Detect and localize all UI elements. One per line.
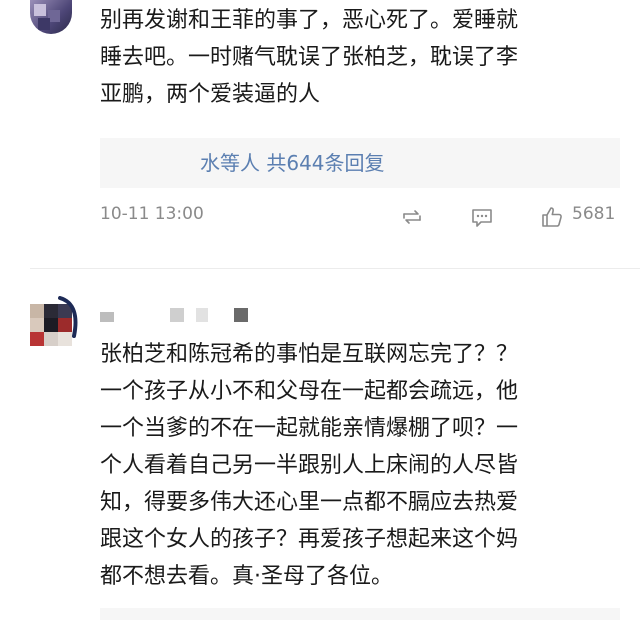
- timestamp: 10-11 13:00: [100, 204, 204, 224]
- replies-box[interactable]: 水等人 共644条回复: [100, 138, 620, 188]
- divider: [30, 268, 640, 269]
- comment-text: 张柏芝和陈冠希的事怕是互联网忘完了？？ 一个孩子从小不和父母在一起都会疏远，他 …: [100, 342, 519, 589]
- like-icon[interactable]: [540, 205, 564, 229]
- avatar-ring: [58, 296, 78, 338]
- comment-icon[interactable]: [470, 205, 494, 229]
- avatar[interactable]: [30, 0, 72, 34]
- repost-icon[interactable]: [400, 205, 424, 229]
- comment-meta: 10-11 13:00 5681: [100, 202, 620, 232]
- username-redacted[interactable]: [100, 308, 280, 326]
- replies-link[interactable]: 水等人 共644条回复: [200, 150, 385, 176]
- comment-thread: 别再发谢和王菲的事了，恶心死了。爱睡就 睡去吧。一时赌气耽误了张柏芝，耽误了李 …: [0, 0, 640, 620]
- like-count: 5681: [572, 204, 616, 224]
- replies-box: [100, 608, 620, 620]
- comment-text: 别再发谢和王菲的事了，恶心死了。爱睡就 睡去吧。一时赌气耽误了张柏芝，耽误了李 …: [100, 8, 519, 107]
